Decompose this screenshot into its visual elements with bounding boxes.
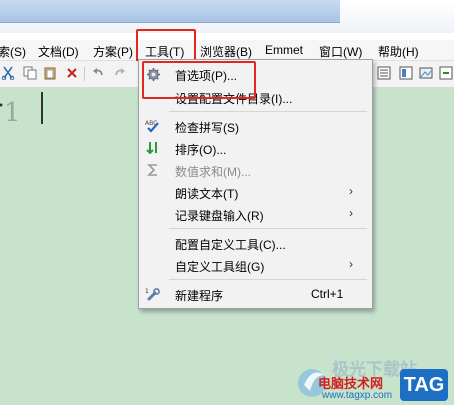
menu-item-configure-tools[interactable]: 配置自定义工具(C)... <box>139 232 372 254</box>
menu-bar: 索(S) 文档(D) 方案(P) 工具(T) 浏览器(B) Emmet 窗口(W… <box>0 40 454 61</box>
title-bar <box>0 0 454 33</box>
menu-separator <box>169 228 367 229</box>
menu-search[interactable]: 索(S) <box>0 43 26 60</box>
watermark: 极光下载站 电脑技术网 www.tagxp.com TAG <box>296 355 454 405</box>
line-number: 1 <box>4 98 21 128</box>
copy-icon[interactable] <box>22 65 38 81</box>
menu-item-sum-values: 数值求和(M)... <box>139 159 372 181</box>
submenu-arrow-icon: › <box>349 257 353 271</box>
menu-item-record-keystrokes[interactable]: 记录键盘输入(R) › <box>139 203 372 225</box>
view-panel-icon[interactable] <box>376 65 392 81</box>
watermark-tag: TAG <box>400 369 448 401</box>
export-icon[interactable] <box>438 65 454 81</box>
menu-window[interactable]: 窗口(W) <box>319 43 362 60</box>
sigma-icon <box>144 162 162 178</box>
menu-item-label: 排序(O)... <box>175 143 227 157</box>
menu-item-label: 自定义工具组(G) <box>175 260 265 274</box>
layout-icon[interactable] <box>398 65 414 81</box>
redo-icon[interactable] <box>112 65 128 81</box>
cut-icon[interactable] <box>0 65 16 81</box>
menu-item-label: 记录键盘输入(R) <box>175 209 264 223</box>
menu-item-label: 数值求和(M)... <box>175 165 251 179</box>
menu-separator <box>169 111 367 112</box>
menu-item-label: 配置自定义工具(C)... <box>175 238 286 252</box>
menu-item-tool-groups[interactable]: 自定义工具组(G) › <box>139 254 372 276</box>
submenu-arrow-icon: › <box>349 184 353 198</box>
menu-separator <box>169 279 367 280</box>
menu-item-label: 检查拼写(S) <box>175 121 239 135</box>
preferences-highlight <box>142 61 256 99</box>
menu-help[interactable]: 帮助(H) <box>378 43 419 60</box>
menu-scheme[interactable]: 方案(P) <box>93 43 133 60</box>
menu-item-label: 新建程序 <box>175 289 224 303</box>
menu-item-spellcheck[interactable]: ABC 检查拼写(S) <box>139 115 372 137</box>
menu-item-label: 朗读文本(T) <box>175 187 239 201</box>
menu-item-sort[interactable]: 排序(O)... <box>139 137 372 159</box>
svg-text:1: 1 <box>145 288 149 295</box>
undo-icon[interactable] <box>90 65 106 81</box>
menu-item-new-program[interactable]: 1 新建程序 Ctrl+1 <box>139 283 372 305</box>
title-strip <box>0 0 340 23</box>
paste-icon[interactable] <box>42 65 58 81</box>
wrench-icon: 1 <box>144 286 162 302</box>
menu-item-read-aloud[interactable]: 朗读文本(T) › <box>139 181 372 203</box>
menu-item-shortcut: Ctrl+1 <box>311 287 344 301</box>
spellcheck-icon: ABC <box>144 118 162 134</box>
text-caret <box>41 92 43 124</box>
toolbar-separator <box>84 67 85 81</box>
sort-icon <box>144 140 162 156</box>
menu-document[interactable]: 文档(D) <box>38 43 79 60</box>
delete-icon[interactable] <box>64 65 80 81</box>
menu-browser[interactable]: 浏览器(B) <box>200 43 252 60</box>
image-icon[interactable] <box>418 65 434 81</box>
submenu-arrow-icon: › <box>349 206 353 220</box>
menu-emmet[interactable]: Emmet <box>265 43 303 57</box>
watermark-url: www.tagxp.com <box>322 390 393 401</box>
tools-menu-highlight <box>136 29 196 63</box>
